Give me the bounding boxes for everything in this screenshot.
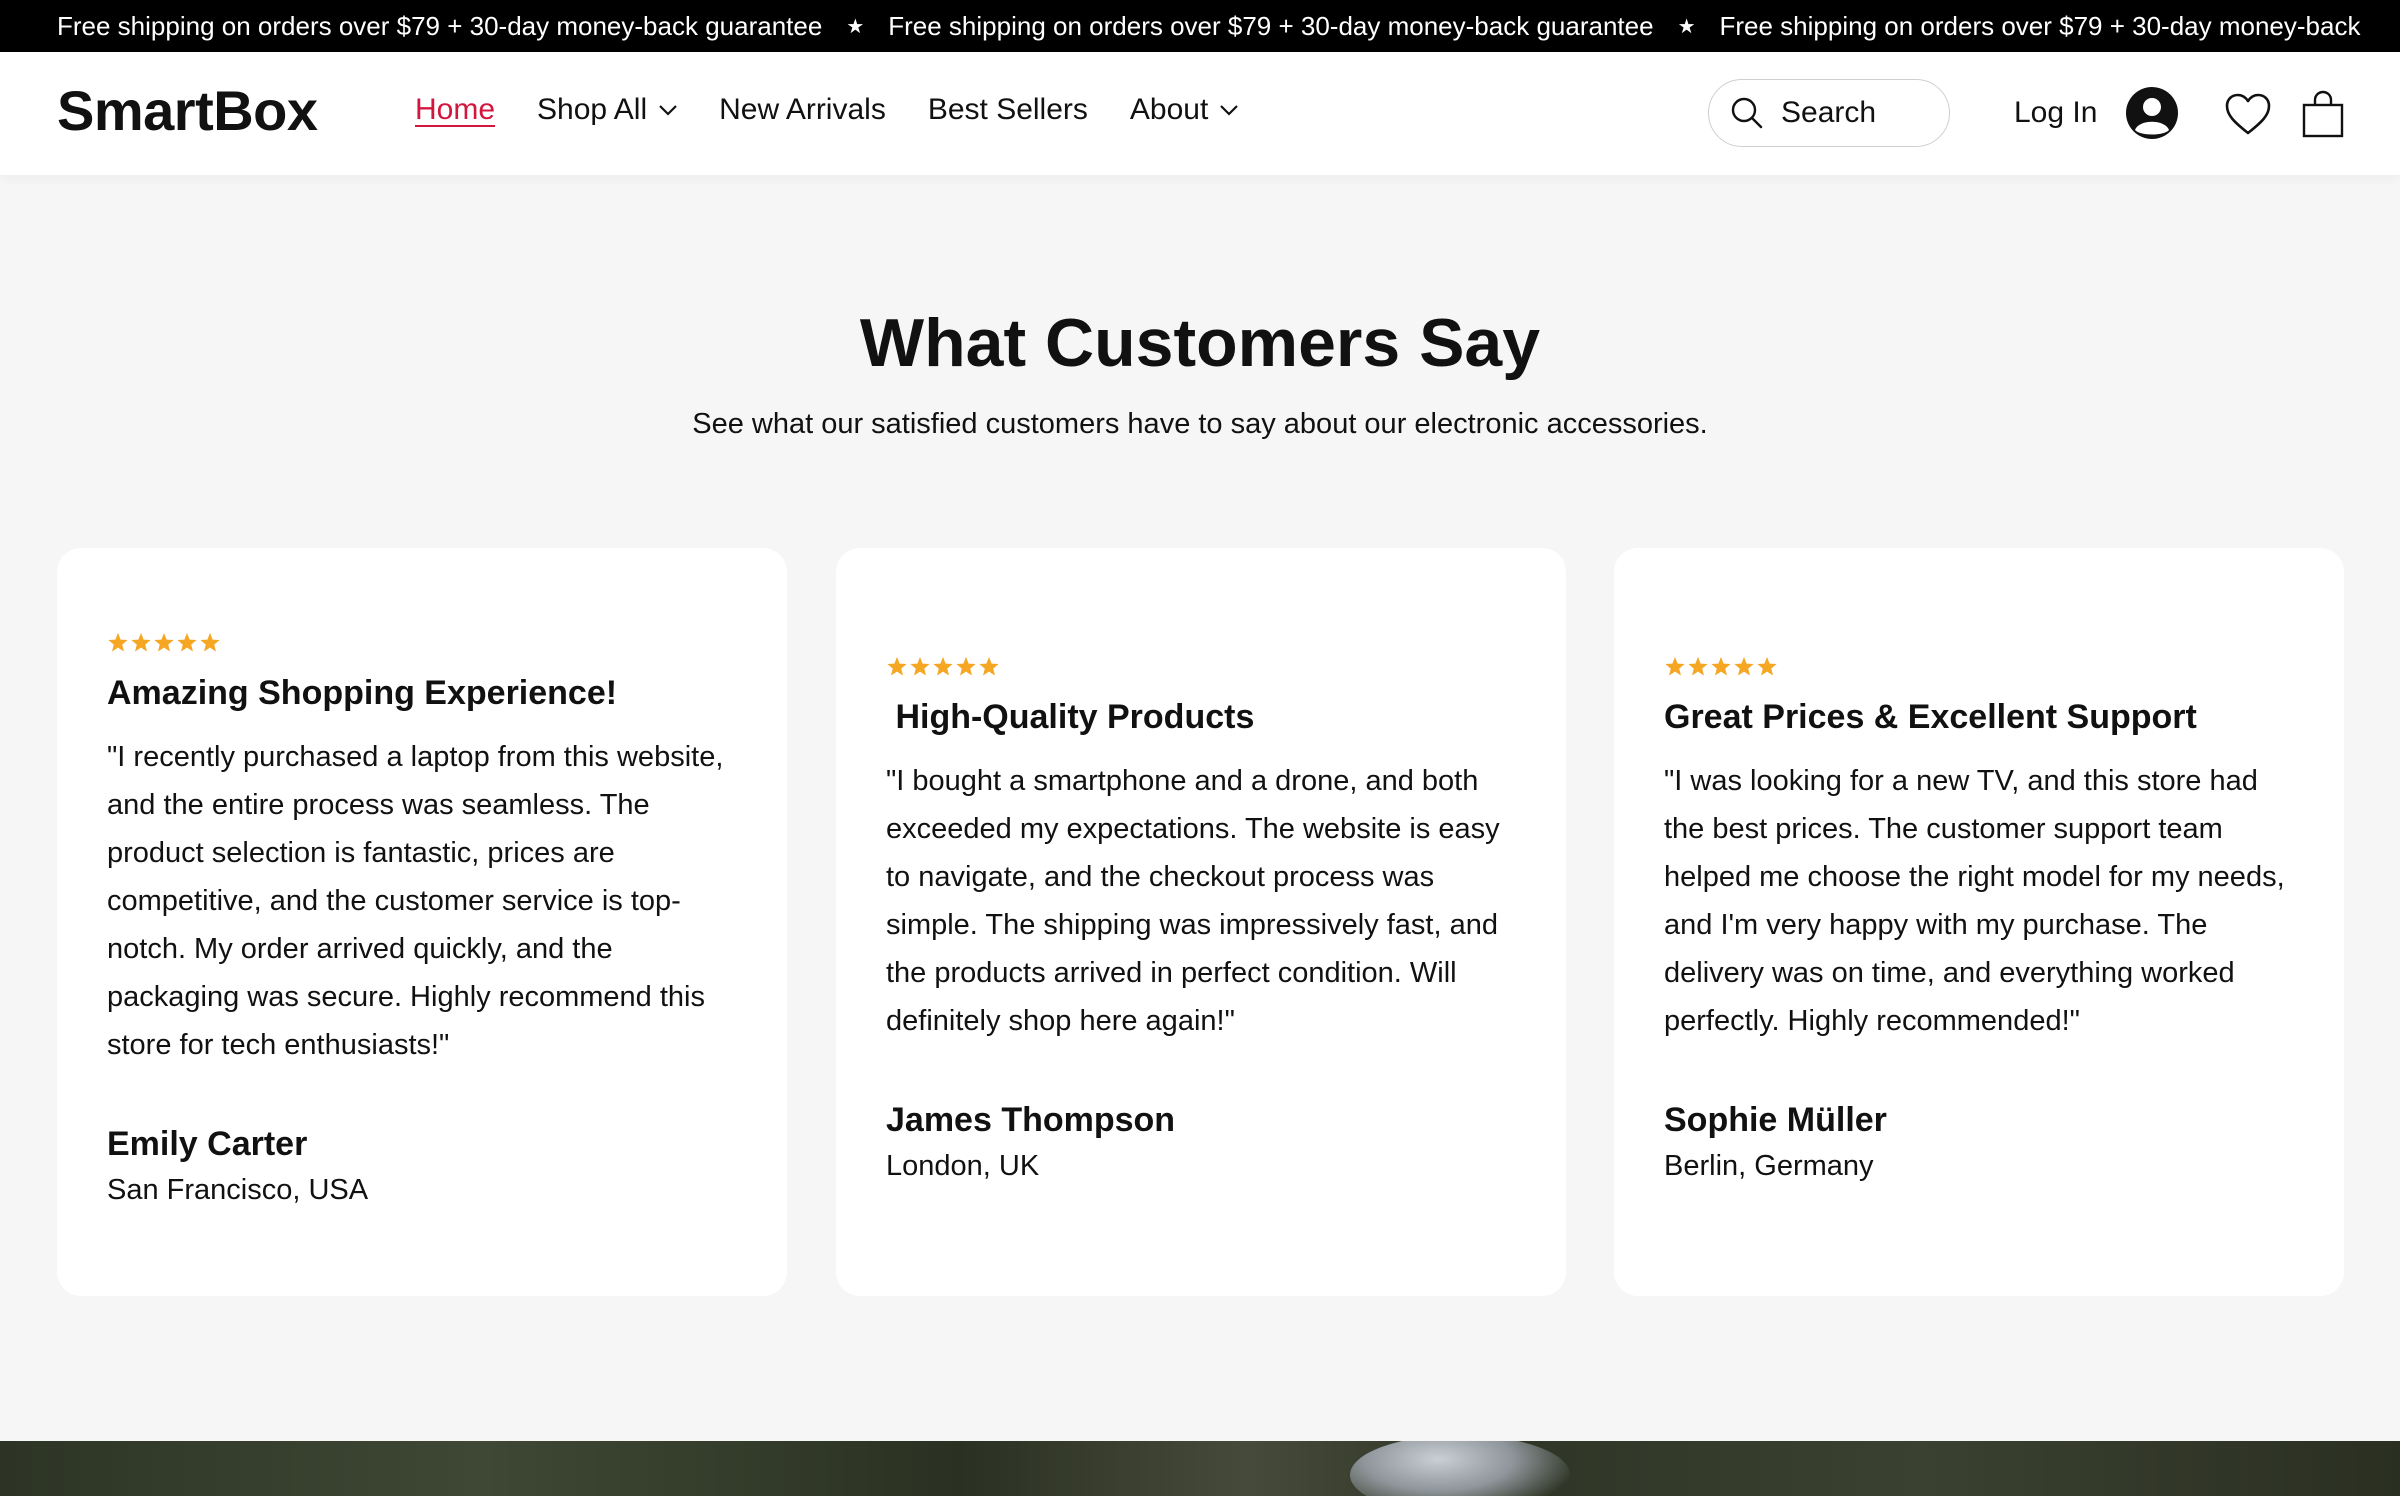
star-icon: [1688, 657, 1708, 676]
star-rating: [886, 656, 1516, 680]
testimonial-card: Amazing Shopping Experience! "I recently…: [57, 548, 787, 1296]
star-icon: [1734, 657, 1754, 676]
site-header: SmartBox Home Shop All New Arrivals Best…: [0, 52, 2400, 175]
login-button[interactable]: Log In: [2014, 86, 2179, 140]
star-icon: [979, 657, 999, 676]
announcement-text: Free shipping on orders over $79 + 30-da…: [1719, 10, 2361, 41]
star-icon: [910, 657, 930, 676]
reviewer-name: James Thompson: [886, 1101, 1176, 1139]
main-nav: Home Shop All New Arrivals Best Sellers …: [415, 90, 1280, 130]
testimonial-body: "I recently purchased a laptop from this…: [107, 741, 724, 1061]
star-icon: [108, 633, 128, 652]
section-title: What Customers Say: [859, 305, 1541, 381]
star-icon: [933, 657, 953, 676]
nav-item-best-sellers[interactable]: Best Sellers: [928, 90, 1088, 130]
nav-item-home[interactable]: Home: [415, 90, 495, 130]
search-icon: [1731, 97, 1763, 129]
star-separator-icon: ★: [846, 15, 865, 38]
nav-item-label: Shop All: [537, 93, 648, 126]
hero-image-detail: [1350, 1441, 1570, 1496]
nav-item-label: Home: [415, 93, 496, 126]
section-subtitle: See what our satisfied customers have to…: [692, 408, 1708, 440]
testimonial-body: "I was looking for a new TV, and this st…: [1664, 765, 2285, 1037]
login-label: Log In: [2014, 96, 2098, 129]
star-icon: [1665, 657, 1685, 676]
reviewer-location: San Francisco, USA: [107, 1174, 369, 1206]
nav-item-label: Best Sellers: [927, 93, 1088, 126]
nav-item-label: About: [1129, 93, 1209, 126]
star-icon: [154, 633, 174, 652]
reviewer-location: London, UK: [886, 1150, 1040, 1182]
user-avatar-icon: [2126, 87, 2179, 139]
nav-item-label: New Arrivals: [719, 93, 886, 126]
announcement-track: Free shipping on orders over $79 + 30-da…: [57, 0, 2360, 52]
star-icon: [200, 633, 220, 652]
reviewer-name: Emily Carter: [107, 1125, 308, 1163]
hero-image: [0, 1441, 2400, 1496]
reviewer-location: Berlin, Germany: [1664, 1150, 1874, 1182]
search-input[interactable]: Search: [1708, 79, 1950, 147]
reviewer-name: Sophie Müller: [1664, 1101, 1887, 1139]
star-rating: [107, 632, 737, 656]
wishlist-heart-icon[interactable]: [2224, 92, 2272, 136]
announcement-text: Free shipping on orders over $79 + 30-da…: [57, 10, 823, 41]
nav-item-new-arrivals[interactable]: New Arrivals: [719, 90, 886, 130]
search-label: Search: [1781, 96, 1877, 129]
nav-item-about[interactable]: About: [1129, 90, 1239, 130]
testimonial-card: Great Prices & Excellent Support "I was …: [1614, 548, 2344, 1296]
chevron-down-icon: [1220, 105, 1239, 116]
announcement-bar: Free shipping on orders over $79 + 30-da…: [0, 0, 2400, 52]
star-icon: [956, 657, 976, 676]
nav-item-shop-all[interactable]: Shop All: [537, 90, 677, 130]
star-icon: [177, 633, 197, 652]
star-icon: [1711, 657, 1731, 676]
shopping-bag-icon[interactable]: [2302, 90, 2344, 138]
testimonial-body: "I bought a smartphone and a drone, and …: [886, 765, 1500, 1037]
star-icon: [131, 633, 151, 652]
chevron-down-icon: [659, 105, 677, 116]
testimonial-card: High-Quality Products "I bought a smartp…: [836, 548, 1566, 1296]
star-rating: [1664, 656, 2294, 680]
star-separator-icon: ★: [1677, 15, 1696, 38]
testimonial-title: Great Prices & Excellent Support: [1664, 698, 2197, 736]
site-logo[interactable]: SmartBox: [57, 78, 318, 143]
star-icon: [1757, 657, 1777, 676]
testimonial-title: High-Quality Products: [886, 698, 1255, 736]
testimonial-title: Amazing Shopping Experience!: [107, 674, 618, 712]
announcement-text: Free shipping on orders over $79 + 30-da…: [888, 10, 1654, 41]
star-icon: [887, 657, 907, 676]
